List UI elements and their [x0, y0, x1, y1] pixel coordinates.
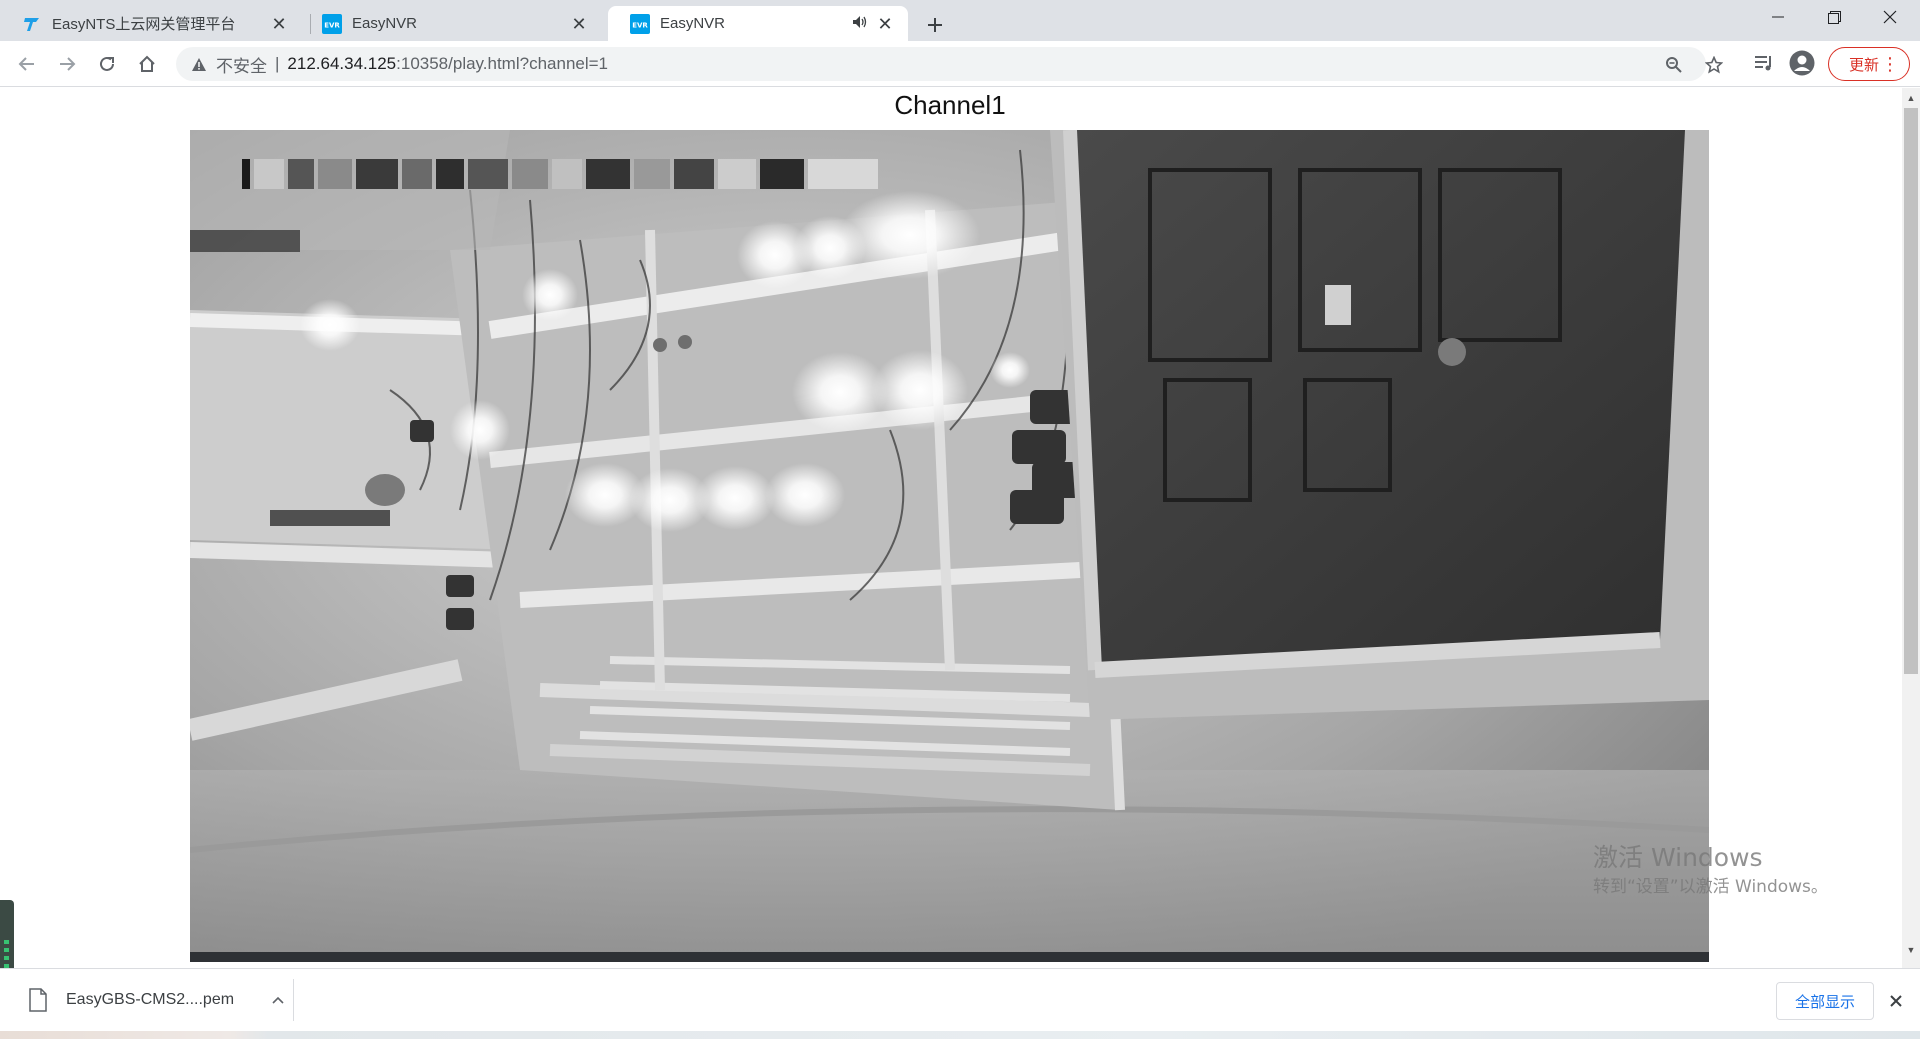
camera-frame — [190, 130, 1709, 962]
video-player[interactable] — [190, 130, 1709, 962]
security-label[interactable]: 不安全 — [216, 52, 267, 77]
download-file-name: EasyGBS-CMS2....pem — [66, 991, 235, 1008]
new-tab-button[interactable] — [918, 8, 952, 42]
tab-close-icon[interactable]: ✕ — [874, 13, 896, 35]
tab-easynts[interactable]: EasyNTS上云网关管理平台 ✕ — [0, 6, 302, 41]
scroll-up-icon[interactable]: ▲ — [1904, 92, 1918, 104]
chevron-up-icon[interactable] — [263, 996, 293, 1004]
video-control-bar[interactable] — [190, 952, 1709, 962]
home-icon — [139, 55, 155, 72]
restore-button[interactable] — [1806, 0, 1862, 34]
reload-icon — [100, 56, 114, 71]
tab-easynvr-1[interactable]: EVR EasyNVR ✕ — [300, 6, 602, 41]
tab-close-icon[interactable]: ✕ — [268, 13, 290, 35]
media-control-icon[interactable] — [1750, 49, 1778, 77]
svg-text:EVR: EVR — [324, 21, 340, 29]
plus-icon — [928, 18, 942, 32]
address-separator: | — [275, 54, 280, 73]
minimize-icon — [1772, 16, 1784, 18]
update-button[interactable]: 更新 ⋮ — [1828, 47, 1910, 81]
url-path: :10358/play.html?channel=1 — [396, 54, 609, 73]
download-item[interactable]: EasyGBS-CMS2....pem — [20, 979, 294, 1021]
page-viewport: Channel1 — [0, 88, 1902, 968]
easynvr-logo-icon: EVR — [630, 13, 650, 34]
forward-button[interactable] — [50, 47, 84, 81]
close-icon — [1883, 10, 1897, 24]
arrow-left-icon — [18, 57, 34, 71]
scrollbar-thumb[interactable] — [1904, 108, 1918, 674]
page-title: Channel1 — [894, 90, 1006, 120]
speaker-icon[interactable] — [852, 15, 868, 33]
tab-easynvr-2[interactable]: EVR EasyNVR ✕ — [608, 6, 908, 41]
window-close-button[interactable] — [1862, 0, 1918, 34]
arrow-right-icon — [60, 57, 76, 71]
warning-icon[interactable] — [190, 55, 208, 73]
restore-icon — [1827, 10, 1841, 24]
tab-title: EasyNTS上云网关管理平台 — [52, 16, 236, 33]
easynvr-logo-icon: EVR — [322, 13, 342, 34]
osd-timestamp-blurred — [242, 154, 982, 194]
more-vert-icon[interactable]: ⋮ — [1881, 55, 1899, 73]
close-downloads-icon[interactable] — [1882, 987, 1910, 1015]
profile-avatar-icon[interactable] — [1788, 49, 1816, 77]
tab-strip: EasyNTS上云网关管理平台 ✕ EVR EasyNVR ✕ EVR Easy… — [0, 0, 1920, 41]
tab-title: EasyNVR — [660, 15, 726, 32]
scroll-down-icon[interactable]: ▼ — [1904, 944, 1918, 956]
home-button[interactable] — [130, 47, 164, 81]
network-monitor-widget[interactable] — [0, 900, 14, 974]
minimize-button[interactable] — [1750, 0, 1806, 34]
easynts-logo-icon — [22, 14, 42, 34]
tab-close-icon[interactable]: ✕ — [568, 13, 590, 35]
reload-button[interactable] — [90, 47, 124, 81]
windows-activation-hint: 转到“设置”以激活 Windows。 — [1593, 877, 1828, 897]
browser-toolbar: 不安全 | 212.64.34.125:10358/play.html?chan… — [0, 41, 1920, 87]
back-button[interactable] — [10, 47, 44, 81]
address-bar[interactable]: 不安全 | 212.64.34.125:10358/play.html?chan… — [176, 47, 1723, 81]
show-all-downloads-button[interactable]: 全部显示 — [1776, 982, 1874, 1020]
bookmark-star-icon[interactable] — [1704, 55, 1724, 75]
tab-title: EasyNVR — [352, 15, 418, 32]
url-host: 212.64.34.125 — [287, 54, 397, 73]
windows-activation-watermark: 激活 Windows — [1593, 843, 1763, 872]
update-label: 更新 — [1849, 56, 1880, 74]
file-icon — [29, 988, 47, 1012]
downloads-bar: EasyGBS-CMS2....pem 全部显示 — [0, 968, 1920, 1031]
taskbar-edge — [0, 1031, 1920, 1039]
svg-text:EVR: EVR — [632, 21, 648, 29]
zoom-icon[interactable] — [1664, 55, 1684, 75]
